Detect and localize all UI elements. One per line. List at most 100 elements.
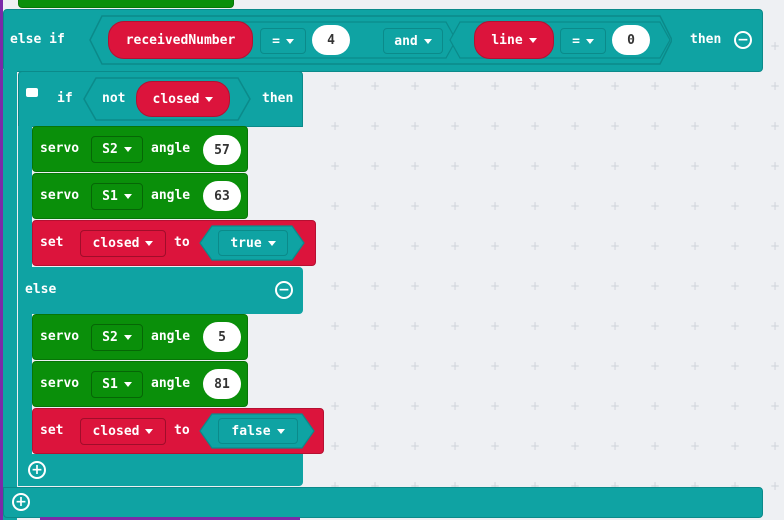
else-row[interactable] [18,267,303,314]
grid-plus-mark: + [730,239,741,253]
grid-plus-mark: + [690,119,701,133]
value-4-input[interactable]: 4 [312,25,350,55]
grid-plus-mark: + [770,479,781,493]
true-dropdown[interactable]: true [218,230,288,256]
servo-pin-dropdown-3[interactable]: S2 [91,324,143,351]
grid-plus-mark: + [610,159,621,173]
grid-plus-mark: + [570,439,581,453]
previous-block-fragment[interactable] [18,0,234,8]
grid-plus-mark: + [490,279,501,293]
grid-plus-mark: + [370,439,381,453]
grid-plus-mark: + [370,359,381,373]
grid-plus-mark: + [770,39,781,53]
grid-plus-mark: + [770,119,781,133]
grid-plus-mark: + [730,79,741,93]
grid-plus-mark: + [490,239,501,253]
servo-pin-dropdown-2[interactable]: S1 [91,183,143,210]
grid-plus-mark: + [490,119,501,133]
grid-plus-mark: + [730,359,741,373]
servo-pin-dropdown-4[interactable]: S1 [91,371,143,398]
grid-plus-mark: + [650,359,661,373]
grid-plus-mark: + [530,159,541,173]
grid-plus-mark: + [730,279,741,293]
grid-plus-mark: + [690,439,701,453]
grid-plus-mark: + [490,439,501,453]
add-else-if-plus-icon-outer[interactable]: + [12,493,30,511]
grid-plus-mark: + [530,79,541,93]
grid-plus-mark: + [450,319,461,333]
remove-else-if-minus-icon[interactable]: − [734,31,752,49]
grid-plus-mark: + [370,319,381,333]
false-dropdown[interactable]: false [218,418,298,444]
set-variable-dropdown-2[interactable]: closed [80,418,166,445]
angle-input-1[interactable]: 57 [203,135,241,165]
grid-plus-mark: + [410,439,421,453]
grid-plus-mark: + [330,439,341,453]
angle-input-2[interactable]: 63 [203,181,241,211]
grid-plus-mark: + [770,439,781,453]
compare-op-dropdown-2[interactable]: = [560,28,606,54]
grid-plus-mark: + [530,239,541,253]
grid-plus-mark: + [570,279,581,293]
set-variable-dropdown-1[interactable]: closed [80,230,166,257]
grid-plus-mark: + [610,399,621,413]
grid-plus-mark: + [370,279,381,293]
grid-plus-mark: + [730,199,741,213]
grid-plus-mark: + [410,79,421,93]
grid-plus-mark: + [610,319,621,333]
receivednumber-variable[interactable]: receivedNumber [108,21,253,59]
and-dropdown[interactable]: and [383,28,443,54]
to-label-1: to [174,235,190,250]
grid-plus-mark: + [770,359,781,373]
outer-block-footer[interactable] [3,487,763,518]
grid-plus-mark: + [730,119,741,133]
angle-input-3[interactable]: 5 [203,322,241,352]
servo-label-1: servo [40,141,80,156]
servo-label-2: servo [40,188,80,203]
servo-pin-dropdown-1[interactable]: S2 [91,136,143,163]
grid-plus-mark: + [730,159,741,173]
grid-plus-mark: + [650,399,661,413]
grid-plus-mark: + [690,239,701,253]
grid-plus-mark: + [690,359,701,373]
grid-plus-mark: + [330,399,341,413]
grid-plus-mark: + [650,199,661,213]
grid-plus-mark: + [370,399,381,413]
grid-plus-mark: + [770,79,781,93]
grid-plus-mark: + [610,359,621,373]
remove-else-minus-icon[interactable]: − [275,281,293,299]
grid-plus-mark: + [490,319,501,333]
grid-plus-mark: + [370,79,381,93]
servo-label-4: servo [40,376,80,391]
else-if-then-label: then [690,32,722,47]
grid-plus-mark: + [370,119,381,133]
angle-input-4[interactable]: 81 [203,369,241,399]
grid-plus-mark: + [570,399,581,413]
grid-plus-mark: + [330,119,341,133]
not-label: not [102,91,126,106]
compare-op-dropdown-1[interactable]: = [260,28,306,54]
grid-plus-mark: + [770,199,781,213]
add-else-if-plus-icon-inner[interactable]: + [28,461,46,479]
grid-plus-mark: + [770,159,781,173]
value-0-input[interactable]: 0 [612,25,650,55]
grid-plus-mark: + [570,239,581,253]
grid-plus-mark: + [410,199,421,213]
grid-plus-mark: + [770,399,781,413]
grid-plus-mark: + [690,79,701,93]
grid-plus-mark: + [570,159,581,173]
grid-plus-mark: + [690,199,701,213]
grid-plus-mark: + [610,439,621,453]
grid-plus-mark: + [330,79,341,93]
grid-plus-mark: + [410,279,421,293]
grid-plus-mark: + [450,279,461,293]
if-block-footer[interactable] [18,454,303,486]
closed-variable[interactable]: closed [136,81,230,117]
grid-plus-mark: + [570,319,581,333]
grid-plus-mark: + [450,439,461,453]
else-label: else [25,282,57,297]
grid-plus-mark: + [450,119,461,133]
grid-plus-mark: + [570,199,581,213]
line-variable[interactable]: line [474,21,554,59]
comment-icon[interactable] [26,88,38,97]
